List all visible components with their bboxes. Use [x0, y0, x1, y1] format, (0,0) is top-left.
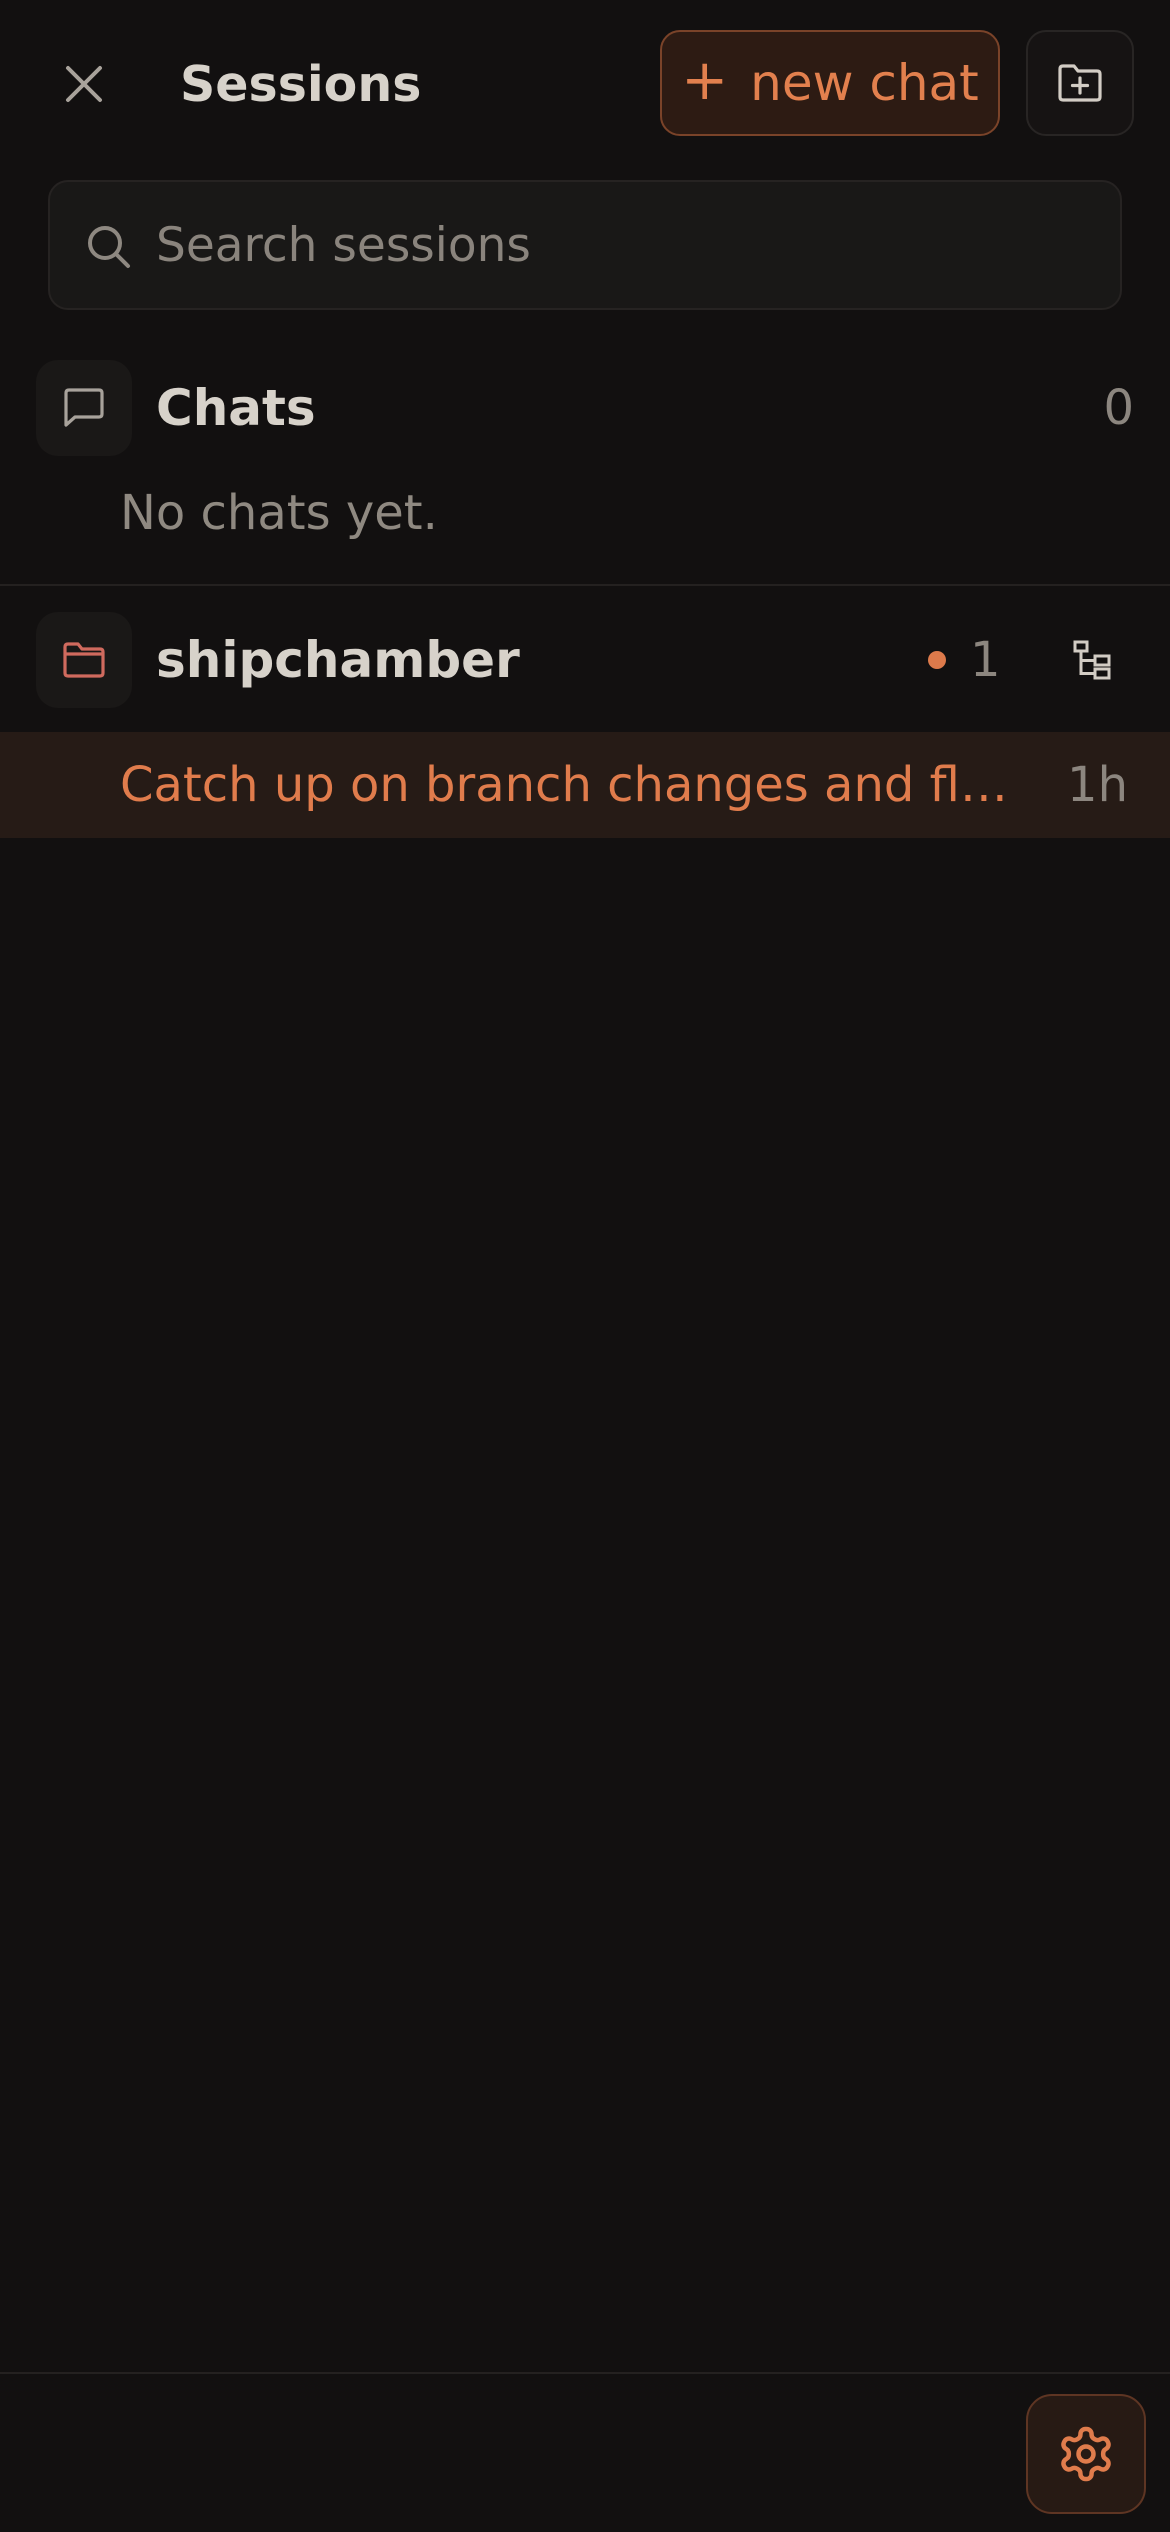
settings-button[interactable]: [1026, 2394, 1146, 2514]
search-input[interactable]: [156, 182, 1096, 308]
close-button[interactable]: [48, 44, 120, 124]
plus-icon: +: [681, 48, 729, 113]
session-time: 1h: [1067, 757, 1128, 813]
gear-icon: [1061, 2426, 1111, 2482]
session-title: Catch up on branch changes and fl…: [120, 757, 1008, 813]
project-name: shipchamber: [156, 631, 520, 689]
session-row[interactable]: Catch up on branch changes and fl… 1h: [0, 732, 1170, 838]
chats-count: 0: [1103, 380, 1134, 436]
folder-plus-icon: [1058, 64, 1102, 102]
new-chat-label: new chat: [750, 54, 979, 112]
chats-label: Chats: [156, 379, 316, 437]
sessions-header: Sessions + new chat: [0, 0, 1170, 170]
close-icon: [66, 66, 102, 102]
page-title: Sessions: [180, 56, 422, 113]
search-box: [48, 180, 1122, 310]
project-folder-badge: [36, 612, 132, 708]
active-indicator-dot: [928, 651, 946, 669]
project-section-header[interactable]: shipchamber 1: [0, 612, 1170, 708]
project-tree-button[interactable]: [1056, 612, 1128, 708]
section-divider: [0, 584, 1170, 586]
chats-empty-message: No chats yet.: [120, 485, 438, 541]
folder-icon: [63, 642, 105, 678]
chats-section-icon: [36, 360, 132, 456]
footer-divider: [0, 2372, 1170, 2374]
project-session-count: 1: [928, 612, 1001, 708]
project-count-value: 1: [970, 632, 1001, 688]
chat-bubble-icon: [64, 388, 104, 427]
tree-structure-icon: [1073, 640, 1111, 680]
chats-section-header[interactable]: Chats 0: [0, 360, 1170, 456]
new-chat-button[interactable]: + new chat: [660, 30, 1000, 136]
new-folder-button[interactable]: [1026, 30, 1134, 136]
search-icon: [88, 226, 130, 268]
